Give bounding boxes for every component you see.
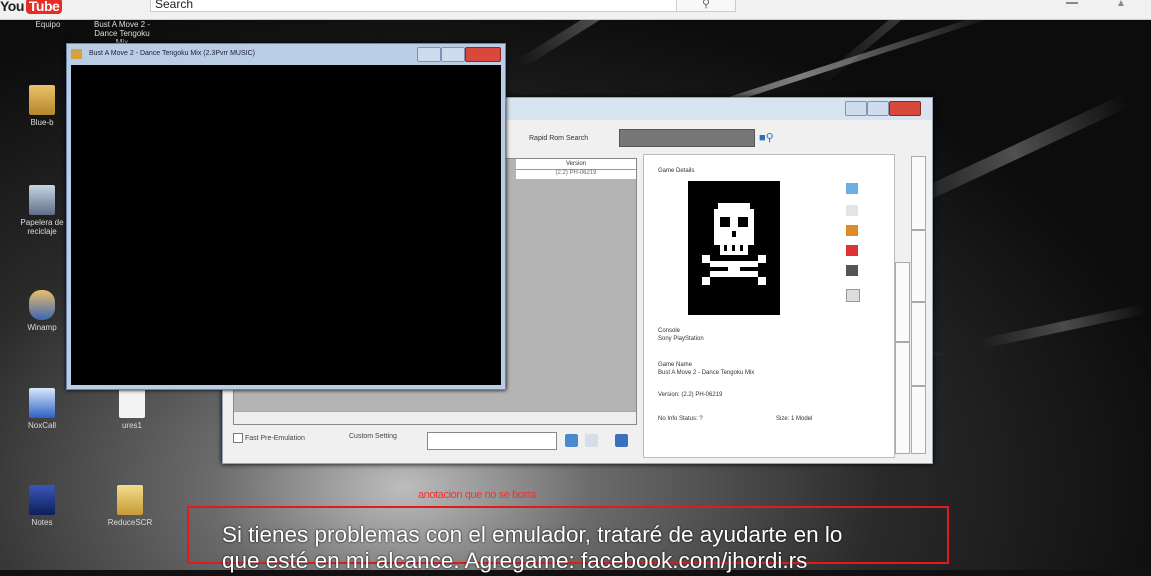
list-item[interactable]: (2.2) PH-06219 xyxy=(516,170,636,179)
custom-setting-input[interactable] xyxy=(427,432,557,450)
subtitle-caption: Si tienes problemas con el emulador, tra… xyxy=(222,520,982,576)
caption-line-1: Si tienes problemas con el emulador, tra… xyxy=(222,522,843,547)
desktop-icon-recycle-bin[interactable]: Papelera de reciclaje xyxy=(12,185,72,236)
tab-vertical[interactable] xyxy=(895,262,910,342)
alert-icon[interactable] xyxy=(846,245,858,256)
youtube-header: You Tube Search ⚲ ▲ xyxy=(0,0,1151,20)
minimize-button[interactable] xyxy=(845,101,867,116)
tab-vertical[interactable] xyxy=(911,386,926,454)
tab-vertical[interactable] xyxy=(911,230,926,302)
logo-tube: Tube xyxy=(25,0,63,14)
globe-icon[interactable] xyxy=(615,434,628,447)
game-name-value: Bust A Move 2 - Dance Tengoku Mix xyxy=(658,370,755,376)
custom-setting-label: Custom Setting xyxy=(349,433,397,440)
desktop-icon-notes[interactable]: Notes xyxy=(12,485,72,527)
size-label: Size: 1 Model xyxy=(776,416,813,422)
arrow-icon[interactable] xyxy=(846,289,860,302)
horizontal-scrollbar[interactable] xyxy=(234,411,636,424)
desktop-icon-ures1[interactable]: ures1 xyxy=(102,388,162,430)
caption-line-2: que esté en mi alcance. Agregame: facebo… xyxy=(222,548,808,573)
desktop-icon-label: NoxCall xyxy=(27,421,56,430)
window-title: Bust A Move 2 - Dance Tengoku Mix (2.3Pv… xyxy=(89,50,255,57)
folder-icon xyxy=(29,85,55,115)
search-input[interactable]: Search xyxy=(150,0,686,12)
game-name-label: Game Name xyxy=(658,362,693,368)
youtube-logo[interactable]: You Tube xyxy=(0,0,63,16)
skull-icon xyxy=(702,203,766,285)
tab-vertical[interactable] xyxy=(895,342,910,454)
search-icon[interactable]: ■⚲ xyxy=(759,131,774,144)
blank-icon[interactable] xyxy=(846,205,858,216)
search-icon: ⚲ xyxy=(701,0,711,10)
info-icon[interactable] xyxy=(846,183,858,194)
app-icon xyxy=(71,49,82,59)
version-value: Version: (2.2) PH-06219 xyxy=(658,392,723,398)
minimize-button[interactable] xyxy=(417,47,441,62)
app-icon xyxy=(29,388,55,418)
console-label: Console xyxy=(658,328,681,334)
desktop-icon-reducescr[interactable]: ReduceSCR xyxy=(100,485,160,527)
desktop-icon-winamp[interactable]: Winamp xyxy=(12,290,72,332)
emulator-game-window[interactable]: Bust A Move 2 - Dance Tengoku Mix (2.3Pv… xyxy=(66,43,506,390)
notification-icon[interactable]: ▲ xyxy=(1116,0,1132,9)
column-header-version[interactable]: Version xyxy=(516,159,636,170)
desktop-icon-label: Equipo xyxy=(35,20,61,29)
game-cover-image xyxy=(688,181,780,315)
game-details-panel: Game Details Console Sony PlayStation Ga… xyxy=(643,154,895,458)
desktop-icon-label: ures1 xyxy=(121,421,142,430)
logo-you: You xyxy=(0,0,24,14)
game-screen[interactable] xyxy=(71,65,501,385)
close-button[interactable] xyxy=(889,101,921,116)
monitor-icon[interactable] xyxy=(846,265,858,276)
warning-icon[interactable] xyxy=(846,225,858,236)
file-icon xyxy=(119,388,145,418)
vertical-tabs xyxy=(891,156,927,456)
info-icon[interactable] xyxy=(565,434,578,447)
folder-icon xyxy=(117,485,143,515)
checkbox-icon xyxy=(233,433,243,443)
desktop-icon-label: Papelera de reciclaje xyxy=(20,218,64,236)
desktop-icon-label: Notes xyxy=(31,518,53,527)
tab-vertical[interactable] xyxy=(911,156,926,230)
close-button[interactable] xyxy=(465,47,501,62)
app-icon xyxy=(29,485,55,515)
annotation-text: anotacion que no se borra xyxy=(418,489,536,501)
maximize-button[interactable] xyxy=(441,47,465,62)
rapid-search-label: Rapid Rom Search xyxy=(529,135,589,142)
status-label: No Info Status: ? xyxy=(658,416,703,422)
details-heading: Game Details xyxy=(658,168,695,174)
desktop-icon-label: Winamp xyxy=(27,323,57,332)
tab-vertical[interactable] xyxy=(911,302,926,386)
winamp-icon xyxy=(29,290,55,320)
desktop-icon-label: Blue-b xyxy=(30,118,54,127)
desktop-icon-blue-b[interactable]: Blue-b xyxy=(12,85,72,127)
settings-icon[interactable] xyxy=(585,434,598,447)
recycle-bin-icon xyxy=(29,185,55,215)
desktop-icon-noxcall[interactable]: NoxCall xyxy=(12,388,72,430)
desktop-icon-equipo[interactable]: Equipo xyxy=(18,20,78,29)
fast-pre-emulation-checkbox[interactable]: Fast Pre-Emulation xyxy=(233,433,305,443)
maximize-button[interactable] xyxy=(867,101,889,116)
emulator-title-bar[interactable]: Bust A Move 2 - Dance Tengoku Mix (2.3Pv… xyxy=(67,44,505,64)
upload-icon[interactable] xyxy=(1066,2,1078,4)
console-value: Sony PlayStation xyxy=(658,336,704,342)
search-button[interactable]: ⚲ xyxy=(676,0,736,12)
desktop-icon-label: ReduceSCR xyxy=(107,518,153,527)
rapid-search-input[interactable] xyxy=(619,129,755,147)
